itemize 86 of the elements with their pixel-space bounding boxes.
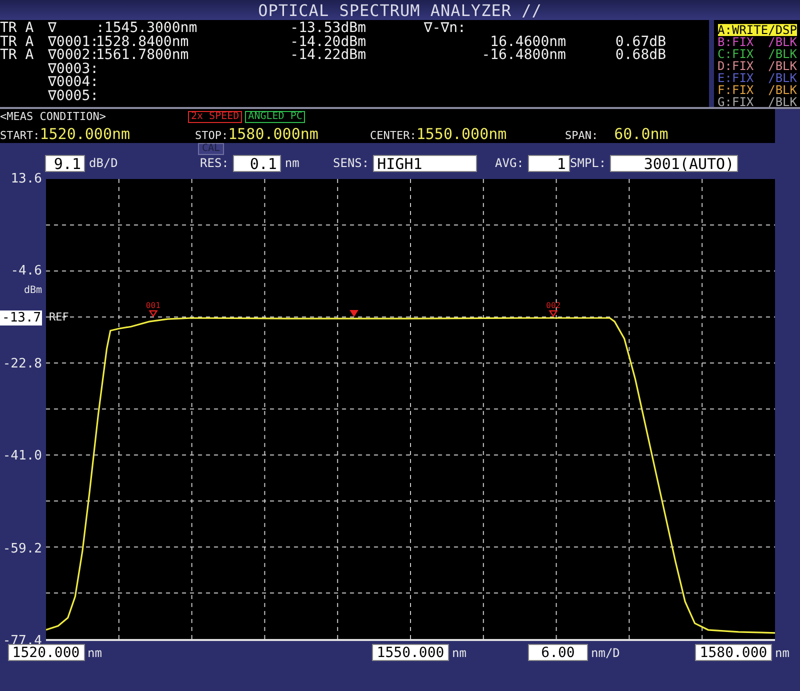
wavelength-field[interactable]: 1580.000: [695, 644, 772, 661]
scale-field[interactable]: 9.1: [45, 154, 85, 172]
wavelength-field[interactable]: 1550.000: [372, 644, 449, 661]
span-scale-field[interactable]: 6.00: [528, 644, 588, 661]
delta-power: 0.67dB: [614, 36, 666, 49]
marker-icon: [548, 310, 558, 317]
marker-name: ∇0005:: [48, 90, 96, 103]
mode-tag: 2x SPEED: [188, 110, 242, 122]
trace-mode: /BLK: [768, 60, 797, 72]
trace-label: C:FIX: [718, 48, 754, 60]
marker-name: ∇0003:: [48, 62, 96, 76]
unit-label: dB/D: [89, 156, 118, 170]
trace-label: A:WRITE: [718, 24, 768, 36]
marker-power: -14.20dBm: [289, 36, 366, 49]
mode-tag: ANGLED PC: [245, 110, 306, 122]
trace-mode: /BLK: [768, 96, 797, 108]
smpl-field[interactable]: 3001(AUTO): [610, 154, 738, 172]
delta-wavelength: 16.4600nm: [490, 36, 566, 49]
res-field[interactable]: 0.1: [232, 154, 281, 172]
marker-wavelength: 1561.7800nm: [96, 49, 190, 62]
marker-label: 001: [146, 302, 160, 310]
unit-label: nm/D: [591, 646, 620, 660]
trace-label: D:FIX: [718, 60, 754, 72]
y-axis-label: -22.8: [2, 356, 42, 372]
marker-label: 002: [546, 302, 561, 310]
param-label: CENTER:: [370, 128, 416, 142]
trace-name: TR A: [0, 49, 35, 62]
param-label: SPAN:: [565, 128, 598, 142]
trace-mode: /BLK: [768, 36, 797, 48]
wavelength-field[interactable]: 1520.000: [8, 644, 84, 661]
param-label: STOP:: [195, 128, 228, 142]
avg-field[interactable]: 1: [528, 154, 570, 172]
unit-label: nm: [284, 156, 300, 170]
delta-power: 0.68dB: [614, 49, 666, 62]
unit-label: nm: [88, 646, 102, 660]
trace-name: TR A: [0, 36, 35, 49]
smpl-label: SMPL:: [570, 156, 606, 170]
param-value: 60.0nm: [614, 124, 668, 142]
marker-name: ∇0002:: [48, 49, 96, 62]
marker-power: -14.22dBm: [289, 49, 366, 62]
marker-wavelength: 1528.8400nm: [96, 36, 190, 49]
trace-mode: /BLK: [768, 84, 797, 96]
trace-item[interactable]: E:FIX /BLK: [718, 72, 797, 84]
param-value: 1580.000nm: [228, 124, 318, 142]
trace-item[interactable]: B:FIX /BLK: [718, 36, 797, 48]
trace-item[interactable]: F:FIX /BLK: [718, 84, 797, 96]
marker-name: ∇0001:: [48, 36, 96, 49]
y-axis-label: 13.6: [10, 172, 42, 186]
trace-item[interactable]: G:FIX /BLK: [718, 96, 797, 108]
y-axis-label: -41.0: [2, 448, 42, 464]
trace-mode: /BLK: [768, 48, 797, 60]
trace-mode: /DSP: [768, 24, 797, 36]
marker-name: ∇: [48, 22, 56, 36]
y-unit-label: dBm: [24, 285, 42, 296]
delta-heading: ∇-∇n:: [422, 22, 466, 36]
trace-name: TR A: [0, 22, 35, 36]
sens-label: SENS:: [333, 156, 370, 170]
sens-field[interactable]: HIGH1: [373, 154, 478, 172]
delta-wavelength: -16.4800nm: [480, 49, 566, 62]
window-title: OPTICAL SPECTRUM ANALYZER //: [258, 0, 542, 20]
trace-label: E:FIX: [718, 72, 754, 84]
marker-wavelength: :1545.3000nm: [96, 22, 198, 36]
y-axis-label: -4.6: [10, 264, 42, 279]
trace-label: B:FIX: [718, 36, 754, 48]
marker-name: ∇0004:: [48, 76, 96, 90]
trace-label: F:FIX: [718, 84, 754, 96]
trace-item[interactable]: A:WRITE/DSP: [718, 24, 797, 36]
y-axis-label: -59.2: [2, 541, 42, 556]
marker-icon: [148, 310, 158, 317]
param-value: 1520.000nm: [40, 124, 130, 142]
marker-icon: [349, 310, 358, 317]
cal-tag: CAL: [198, 142, 224, 154]
ref-label: REF: [49, 310, 69, 324]
trace-item[interactable]: C:FIX /BLK: [718, 48, 797, 60]
marker-power: -13.53dBm: [289, 22, 366, 36]
param-label: START:: [0, 128, 40, 142]
trace-mode: /BLK: [768, 72, 797, 84]
unit-label: nm: [452, 646, 466, 660]
param-value: 1550.000nm: [416, 124, 507, 142]
avg-label: AVG:: [495, 156, 524, 170]
trace-item[interactable]: D:FIX /BLK: [718, 60, 797, 72]
unit-label: nm: [775, 646, 790, 660]
meas-heading: <MEAS CONDITION>: [0, 110, 107, 123]
trace-label: G:FIX: [718, 96, 754, 108]
ref-level-field[interactable]: -13.7: [0, 310, 42, 326]
res-label: RES:: [200, 156, 229, 170]
